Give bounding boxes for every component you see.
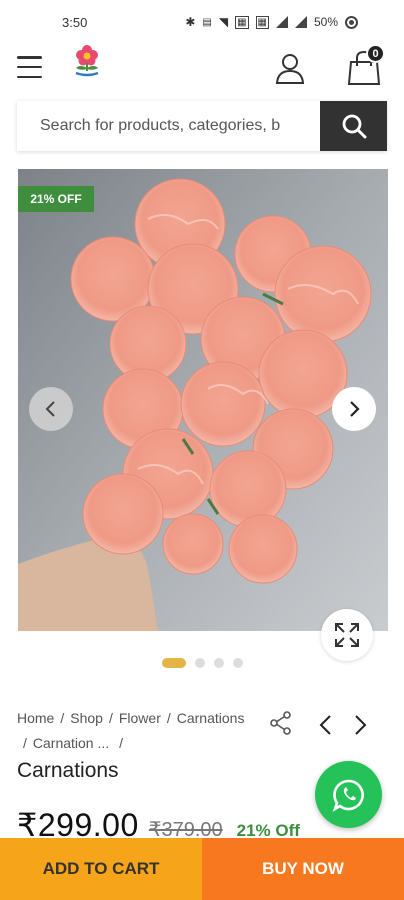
battery-text: 50%	[313, 15, 338, 29]
pagination-dot[interactable]	[214, 658, 224, 668]
gallery-next-button[interactable]	[332, 387, 376, 431]
status-bar: 3:50 ✱ ▤ ◥ ▦ ▦ 50%	[0, 0, 404, 44]
signal2-icon	[294, 16, 307, 28]
breadcrumb-shop[interactable]: Shop	[70, 710, 103, 726]
product-title: Carnations	[17, 759, 119, 782]
breadcrumb-home[interactable]: Home	[17, 710, 54, 726]
gallery-prev-button[interactable]	[29, 387, 73, 431]
gallery-pagination	[162, 658, 243, 668]
data-icon: ▤	[202, 16, 212, 28]
volte-icon: ▦	[235, 15, 249, 29]
breadcrumb: Home / Shop / Flower / Carnations / Carnation .…	[17, 710, 245, 751]
wifi-icon: ◥	[218, 15, 229, 29]
bottom-action-bar: ADD TO CART BUY NOW	[0, 838, 404, 900]
hamburger-menu-icon[interactable]	[17, 56, 42, 78]
status-time: 3:50	[62, 14, 88, 30]
pagination-dot[interactable]	[162, 658, 186, 668]
expand-image-button[interactable]	[321, 609, 373, 661]
product-photo	[18, 169, 388, 631]
discount-badge: 21% OFF	[18, 186, 94, 212]
pagination-dot[interactable]	[195, 658, 205, 668]
search-input[interactable]	[17, 101, 320, 151]
buy-now-button[interactable]: BUY NOW	[202, 838, 404, 900]
add-to-cart-button[interactable]: ADD TO CART	[0, 838, 202, 900]
next-product-icon[interactable]	[350, 712, 370, 738]
breadcrumb-carnations[interactable]: Carnations	[177, 710, 245, 726]
bluetooth-icon: ✱	[185, 15, 196, 29]
signal-icon	[275, 16, 288, 28]
volte2-icon: ▦	[255, 15, 269, 29]
whatsapp-button[interactable]	[315, 761, 382, 828]
whatsapp-icon	[332, 779, 364, 812]
chevron-right-icon	[350, 401, 360, 417]
breadcrumb-current: Carnation ...	[32, 735, 110, 751]
share-icon[interactable]	[269, 710, 293, 736]
battery-icon	[345, 15, 358, 29]
product-image-gallery[interactable]	[18, 169, 388, 631]
status-icons: ✱ ▤ ◥ ▦ ▦ 50%	[185, 15, 358, 29]
breadcrumb-flower[interactable]: Flower	[119, 710, 161, 726]
user-icon[interactable]	[272, 50, 308, 86]
flower-logo-icon[interactable]	[72, 44, 102, 78]
search-button[interactable]	[320, 101, 387, 151]
expand-icon	[335, 623, 359, 647]
cart-count-badge[interactable]: 0	[366, 44, 385, 63]
search-bar	[17, 101, 387, 151]
search-icon	[342, 114, 366, 139]
app-header	[0, 44, 404, 92]
chevron-left-icon	[45, 401, 55, 417]
prev-product-icon[interactable]	[316, 712, 336, 738]
pagination-dot[interactable]	[233, 658, 243, 668]
